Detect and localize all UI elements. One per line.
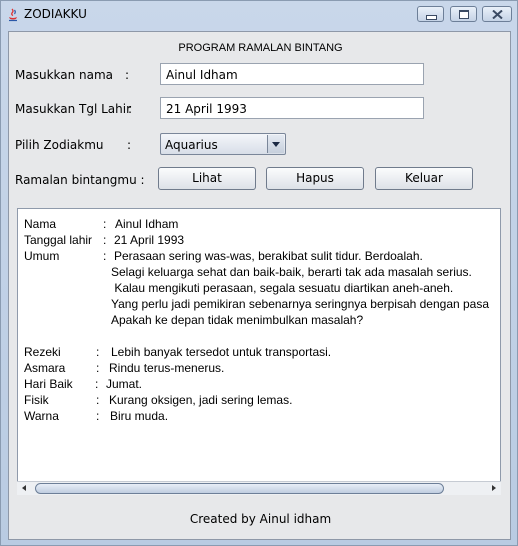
- main-panel: PROGRAM RAMALAN BINTANG Masukkan nama : …: [8, 31, 511, 540]
- window-title: ZODIAKKU: [24, 7, 87, 21]
- java-icon: [9, 8, 17, 22]
- lihat-button[interactable]: Lihat: [158, 167, 256, 190]
- scroll-left-icon[interactable]: [18, 482, 32, 495]
- maximize-button[interactable]: [450, 6, 477, 22]
- zodiac-colon: :: [127, 138, 132, 152]
- zodiac-label: Pilih Zodiakmu: [15, 138, 104, 152]
- dob-label: Masukkan Tgl Lahir: [15, 102, 132, 116]
- minimize-button[interactable]: [417, 6, 444, 22]
- minimize-icon: [426, 15, 437, 20]
- chevron-down-icon[interactable]: [267, 135, 284, 153]
- scroll-right-icon[interactable]: [486, 482, 500, 495]
- dob-input[interactable]: 21 April 1993: [160, 97, 424, 119]
- close-button[interactable]: [482, 6, 512, 22]
- scrollbar-thumb[interactable]: [35, 483, 444, 494]
- app-window: ZODIAKKU PROGRAM RAMALAN BINTANG Masukka…: [0, 0, 518, 546]
- result-textarea[interactable]: Nama : Ainul Idham Tanggal lahir : 21 Ap…: [17, 208, 501, 495]
- result-row: Warna : Biru muda.: [24, 409, 169, 423]
- zodiac-selected-value: Aquarius: [165, 138, 218, 152]
- title-bar[interactable]: ZODIAKKU: [1, 1, 517, 27]
- keluar-button[interactable]: Keluar: [375, 167, 473, 190]
- zodiac-select[interactable]: Aquarius: [160, 133, 286, 155]
- dob-colon: :: [128, 102, 133, 116]
- name-label: Masukkan nama: [15, 68, 114, 82]
- maximize-icon: [459, 10, 469, 19]
- name-input[interactable]: Ainul Idham: [160, 63, 424, 85]
- close-icon: [492, 10, 503, 19]
- horizontal-scrollbar[interactable]: [17, 481, 501, 495]
- name-colon: :: [125, 68, 130, 82]
- footer-credit: Created by Ainul idham: [189, 512, 332, 526]
- page-title: PROGRAM RAMALAN BINTANG: [178, 42, 343, 54]
- hapus-button[interactable]: Hapus: [266, 167, 364, 190]
- forecast-label: Ramalan bintangmu :: [15, 173, 145, 187]
